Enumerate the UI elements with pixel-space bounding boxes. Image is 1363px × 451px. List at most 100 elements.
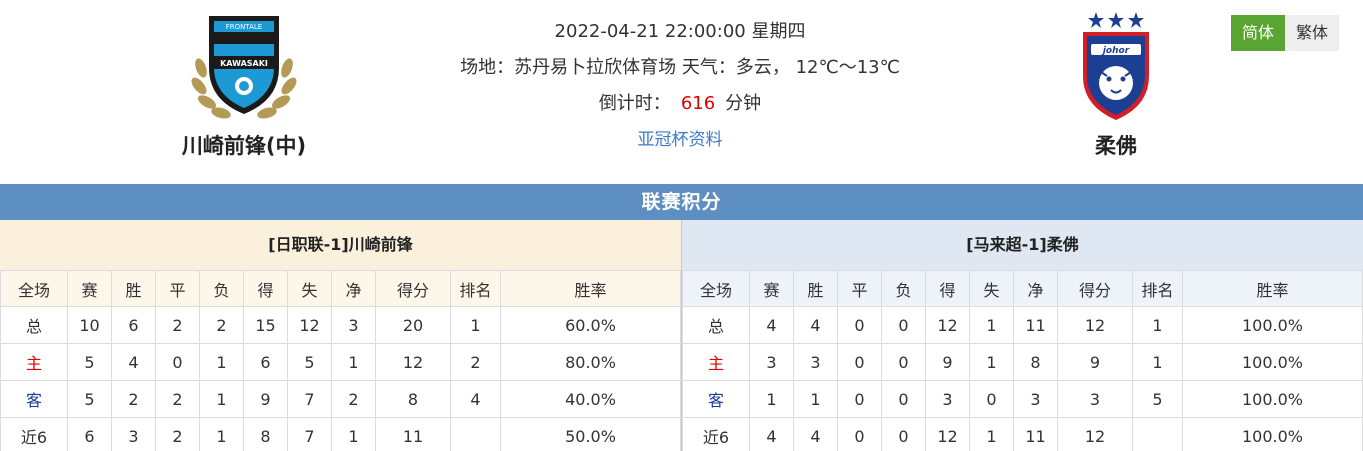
simplified-chinese-button[interactable]: 简体 [1231, 15, 1285, 51]
column-header: 失 [287, 270, 332, 307]
table-cell: 7 [287, 417, 332, 451]
afc-cup-info-link[interactable]: 亚冠杯资料 [638, 130, 723, 150]
table-cell: 100.0% [1182, 343, 1363, 381]
home-standings-title: [日职联-1]川崎前锋 [0, 220, 681, 270]
table-cell: 0 [881, 417, 926, 451]
column-header: 平 [155, 270, 200, 307]
table-cell: 1 [199, 380, 244, 418]
table-cell: 5 [287, 343, 332, 381]
table-cell: 100.0% [1182, 380, 1363, 418]
row-label: 近6 [682, 417, 750, 451]
table-cell: 1 [793, 380, 838, 418]
away-team-logo-icon: johor [1083, 12, 1149, 120]
table-cell: 11 [1013, 306, 1058, 344]
table-cell: 5 [67, 380, 112, 418]
table-cell: 0 [969, 380, 1014, 418]
svg-text:KAWASAKI: KAWASAKI [220, 59, 268, 68]
match-venue-weather: 场地：苏丹易卜拉欣体育场 天气：多云， 12℃～13℃ [460, 57, 900, 78]
column-header: 赛 [67, 270, 112, 307]
column-header: 净 [331, 270, 376, 307]
table-cell: 12 [1057, 306, 1133, 344]
table-cell: 4 [749, 306, 794, 344]
column-header: 负 [881, 270, 926, 307]
table-cell: 0 [881, 380, 926, 418]
column-header: 胜 [111, 270, 156, 307]
table-cell: 4 [793, 306, 838, 344]
away-standings-panel: [马来超-1]柔佛 全场 赛 胜 平 负 得 失 净 得分 排名 胜率 总 4 … [681, 220, 1363, 451]
table-cell: 6 [243, 343, 288, 381]
column-header: 得 [925, 270, 970, 307]
table-cell: 50.0% [500, 417, 681, 451]
column-header: 胜 [793, 270, 838, 307]
table-cell: 1 [199, 343, 244, 381]
home-team-name: 川崎前锋(中) [181, 134, 307, 158]
table-cell: 0 [837, 306, 882, 344]
traditional-chinese-button[interactable]: 繁体 [1285, 15, 1339, 51]
row-label: 客 [682, 380, 750, 418]
table-row: 客 1 1 0 0 3 0 3 3 5 100.0% [682, 380, 1363, 418]
table-cell: 7 [287, 380, 332, 418]
table-cell: 1 [331, 417, 376, 451]
away-standings-table: 全场 赛 胜 平 负 得 失 净 得分 排名 胜率 总 4 4 0 0 12 1 [682, 270, 1363, 451]
table-cell: 9 [243, 380, 288, 418]
countdown-label: 倒计时： [598, 93, 671, 114]
column-header: 排名 [450, 270, 501, 307]
table-cell: 1 [199, 417, 244, 451]
table-cell: 12 [375, 343, 451, 381]
table-cell: 2 [111, 380, 156, 418]
table-cell: 1 [1132, 306, 1183, 344]
table-cell: 3 [749, 343, 794, 381]
away-team-name: 柔佛 [1095, 134, 1137, 158]
table-cell: 0 [881, 306, 926, 344]
table-cell: 8 [243, 417, 288, 451]
column-header: 失 [969, 270, 1014, 307]
column-header: 得分 [375, 270, 451, 307]
table-cell: 3 [1057, 380, 1133, 418]
table-cell: 3 [331, 306, 376, 344]
table-cell: 4 [111, 343, 156, 381]
table-cell: 10 [67, 306, 112, 344]
table-cell: 1 [450, 306, 501, 344]
row-label: 主 [682, 343, 750, 381]
table-cell: 11 [1013, 417, 1058, 451]
table-cell: 80.0% [500, 343, 681, 381]
table-cell: 6 [67, 417, 112, 451]
table-cell: 0 [837, 343, 882, 381]
column-header: 得 [243, 270, 288, 307]
table-cell [450, 417, 501, 451]
column-header: 全场 [0, 270, 68, 307]
table-cell: 5 [67, 343, 112, 381]
table-cell: 2 [155, 306, 200, 344]
table-cell: 1 [1132, 343, 1183, 381]
table-cell: 2 [450, 343, 501, 381]
column-header: 全场 [682, 270, 750, 307]
table-cell: 5 [1132, 380, 1183, 418]
language-switch: 简体 繁体 [1231, 15, 1339, 51]
column-header: 负 [199, 270, 244, 307]
column-header: 排名 [1132, 270, 1183, 307]
table-cell: 3 [1013, 380, 1058, 418]
countdown-unit: 分钟 [725, 93, 762, 114]
table-cell: 4 [793, 417, 838, 451]
table-cell: 100.0% [1182, 306, 1363, 344]
table-cell: 8 [1013, 343, 1058, 381]
row-label: 总 [682, 306, 750, 344]
table-cell [1132, 417, 1183, 451]
row-label: 客 [0, 380, 68, 418]
home-standings-panel: [日职联-1]川崎前锋 全场 赛 胜 平 负 得 失 净 得分 排名 胜率 总 [0, 220, 681, 451]
table-row: 近6 6 3 2 1 8 7 1 11 50.0% [0, 417, 681, 451]
table-cell: 12 [925, 306, 970, 344]
table-row: 近6 4 4 0 0 12 1 11 12 100.0% [682, 417, 1363, 451]
match-countdown: 倒计时： 616 分钟 [380, 90, 980, 126]
table-header-row: 全场 赛 胜 平 负 得 失 净 得分 排名 胜率 [682, 270, 1363, 307]
table-header-row: 全场 赛 胜 平 负 得 失 净 得分 排名 胜率 [0, 270, 681, 307]
table-cell: 4 [450, 380, 501, 418]
table-row: 总 10 6 2 2 15 12 3 20 1 60.0% [0, 306, 681, 344]
table-cell: 2 [155, 417, 200, 451]
table-cell: 20 [375, 306, 451, 344]
column-header: 得分 [1057, 270, 1133, 307]
table-cell: 12 [925, 417, 970, 451]
table-cell: 40.0% [500, 380, 681, 418]
table-cell: 100.0% [1182, 417, 1363, 451]
countdown-value: 616 [680, 93, 716, 114]
